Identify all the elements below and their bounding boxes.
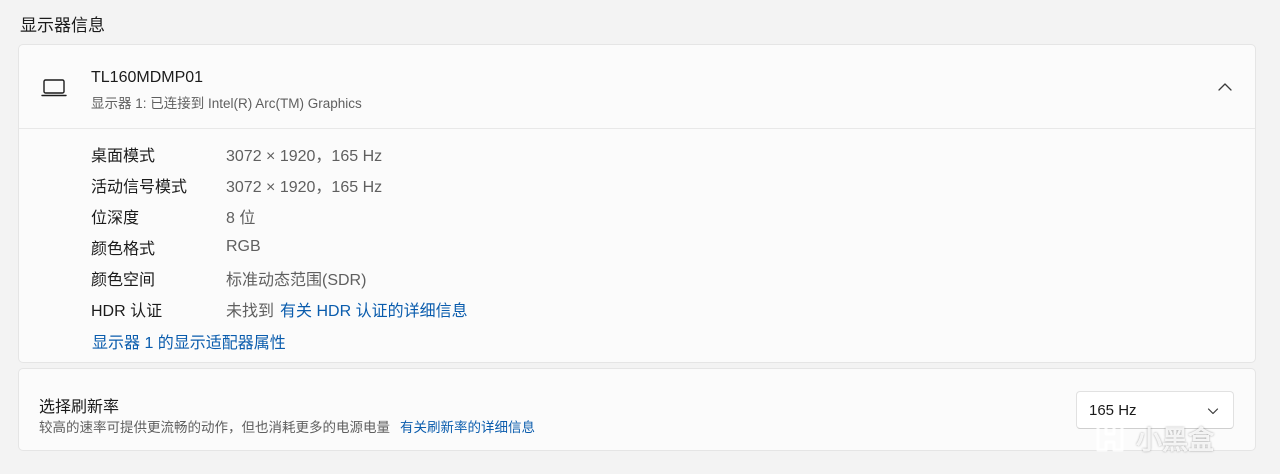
display-info-card: TL160MDMP01 显示器 1: 已连接到 Intel(R) Arc(TM)… bbox=[18, 44, 1256, 363]
refresh-rate-description: 较高的速率可提供更流畅的动作，但也消耗更多的电源电量 bbox=[39, 420, 390, 435]
info-value: 3072 × 1920，165 Hz bbox=[226, 179, 383, 196]
display-adapter-properties-link[interactable]: 显示器 1 的显示适配器属性 bbox=[92, 329, 286, 353]
info-row-bit-depth: 位深度 8 位 bbox=[91, 204, 255, 228]
info-label: 位深度 bbox=[91, 210, 140, 227]
heybox-logo-icon bbox=[1096, 424, 1124, 452]
watermark: 小黑盒 bbox=[1090, 418, 1214, 458]
chevron-up-icon[interactable] bbox=[1217, 79, 1233, 95]
info-label: HDR 认证 bbox=[91, 303, 163, 320]
refresh-rate-details-link[interactable]: 有关刷新率的详细信息 bbox=[400, 420, 535, 435]
info-value: 未找到 bbox=[226, 303, 275, 320]
info-row-desktop-mode: 桌面模式 3072 × 1920，165 Hz bbox=[91, 142, 382, 166]
refresh-rate-card: 选择刷新率 较高的速率可提供更流畅的动作，但也消耗更多的电源电量 有关刷新率的详细… bbox=[18, 368, 1256, 451]
laptop-icon bbox=[41, 79, 67, 97]
section-title: 显示器信息 bbox=[20, 16, 105, 35]
chevron-down-icon bbox=[1207, 408, 1219, 415]
refresh-rate-title: 选择刷新率 bbox=[39, 399, 120, 416]
info-label: 活动信号模式 bbox=[91, 179, 188, 196]
refresh-rate-description-row: 较高的速率可提供更流畅的动作，但也消耗更多的电源电量 有关刷新率的详细信息 bbox=[39, 416, 535, 436]
info-value: 3072 × 1920，165 Hz bbox=[226, 148, 383, 165]
info-value: 8 位 bbox=[226, 210, 256, 227]
refresh-rate-selected: 165 Hz bbox=[1089, 402, 1137, 419]
monitor-subtitle: 显示器 1: 已连接到 Intel(R) Arc(TM) Graphics bbox=[91, 96, 362, 111]
monitor-name: TL160MDMP01 bbox=[91, 69, 204, 86]
info-label: 桌面模式 bbox=[91, 148, 156, 165]
info-label: 颜色空间 bbox=[91, 272, 156, 289]
info-value: RGB bbox=[226, 238, 261, 255]
watermark-text: 小黑盒 bbox=[1136, 424, 1215, 455]
info-row-active-signal-mode: 活动信号模式 3072 × 1920，165 Hz bbox=[91, 173, 382, 197]
info-row-color-format: 颜色格式 RGB bbox=[91, 235, 261, 259]
info-label: 颜色格式 bbox=[91, 241, 156, 258]
info-row-hdr-certification: HDR 认证 未找到 有关 HDR 认证的详细信息 bbox=[91, 297, 468, 321]
info-row-color-space: 颜色空间 标准动态范围(SDR) bbox=[91, 266, 366, 290]
display-card-header[interactable]: TL160MDMP01 显示器 1: 已连接到 Intel(R) Arc(TM)… bbox=[19, 45, 1255, 129]
hdr-certification-link[interactable]: 有关 HDR 认证的详细信息 bbox=[280, 297, 468, 321]
info-value: 标准动态范围(SDR) bbox=[226, 272, 367, 289]
